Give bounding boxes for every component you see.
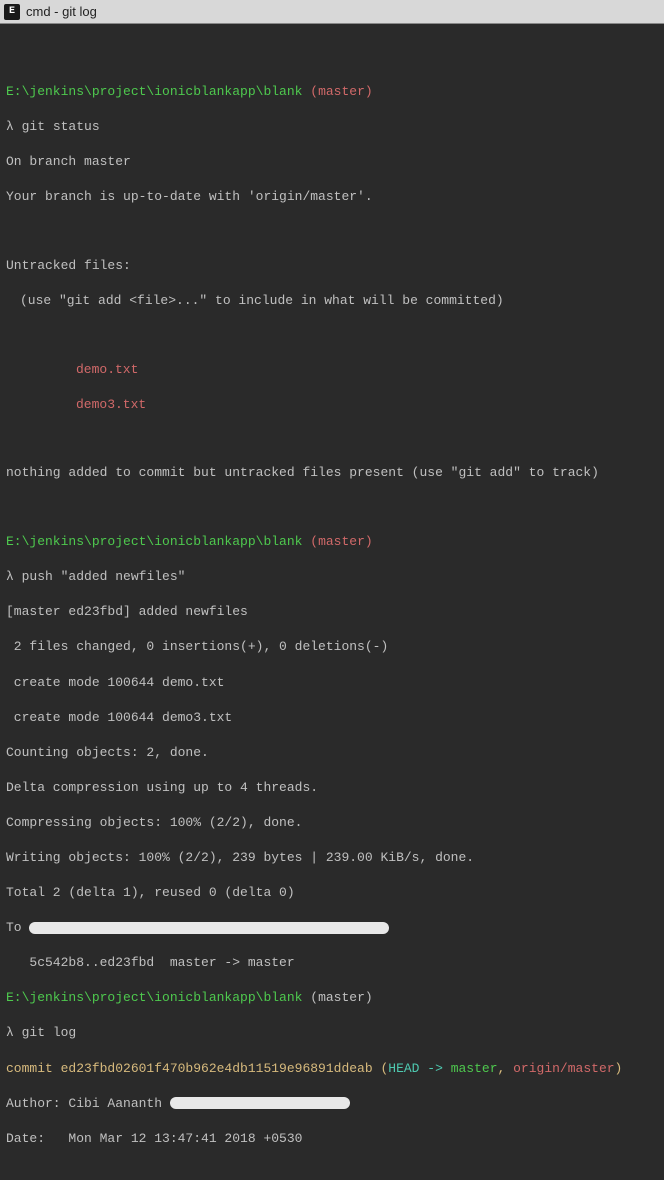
prompt-symbol: λ <box>6 119 14 134</box>
command-input: git status <box>22 119 100 134</box>
date-line: Date: Mon Mar 12 13:47:41 2018 +0530 <box>6 1130 658 1148</box>
output-line: (use "git add <file>..." to include in w… <box>6 292 658 310</box>
ref-head: HEAD -> <box>388 1061 450 1076</box>
redacted-remote-url <box>29 922 389 934</box>
terminal-output[interactable]: E:\jenkins\project\ionicblankapp\blank (… <box>0 24 664 1180</box>
prompt-symbol: λ <box>6 569 14 584</box>
prompt-branch: (master) <box>310 534 372 549</box>
app-icon: E <box>4 4 20 20</box>
command-input: push "added newfiles" <box>22 569 186 584</box>
untracked-file: demo.txt <box>6 361 658 379</box>
output-line: nothing added to commit but untracked fi… <box>6 464 658 482</box>
output-line: Writing objects: 100% (2/2), 239 bytes |… <box>6 849 658 867</box>
prompt-path: E:\jenkins\project\ionicblankapp\blank <box>6 84 302 99</box>
output-line: Compressing objects: 100% (2/2), done. <box>6 814 658 832</box>
redacted-email <box>170 1097 350 1109</box>
window-title: cmd - git log <box>26 4 97 19</box>
output-line: create mode 100644 demo.txt <box>6 674 658 692</box>
output-line: 2 files changed, 0 insertions(+), 0 dele… <box>6 638 658 656</box>
output-line: create mode 100644 demo3.txt <box>6 709 658 727</box>
output-line: Total 2 (delta 1), reused 0 (delta 0) <box>6 884 658 902</box>
prompt-path: E:\jenkins\project\ionicblankapp\blank <box>6 990 302 1005</box>
window-titlebar: E cmd - git log <box>0 0 664 24</box>
output-line: Counting objects: 2, done. <box>6 744 658 762</box>
output-line: To <box>6 920 22 935</box>
prompt-branch: (master) <box>310 84 372 99</box>
output-line: Untracked files: <box>6 257 658 275</box>
output-line: Delta compression using up to 4 threads. <box>6 779 658 797</box>
output-line: Your branch is up-to-date with 'origin/m… <box>6 188 658 206</box>
command-input: git log <box>22 1025 77 1040</box>
output-line: 5c542b8..ed23fbd master -> master <box>6 954 658 972</box>
prompt-path: E:\jenkins\project\ionicblankapp\blank <box>6 534 302 549</box>
prompt-symbol: λ <box>6 1025 14 1040</box>
output-line: [master ed23fbd] added newfiles <box>6 603 658 621</box>
untracked-file: demo3.txt <box>6 396 658 414</box>
commit-label: commit <box>6 1061 61 1076</box>
output-line: On branch master <box>6 153 658 171</box>
prompt-branch: (master) <box>310 990 372 1005</box>
commit-hash: ed23fbd02601f470b962e4db11519e96891ddeab <box>61 1061 373 1076</box>
ref-remote: origin/master <box>513 1061 614 1076</box>
ref-branch: master <box>451 1061 498 1076</box>
author-line: Author: Cibi Aananth <box>6 1096 170 1111</box>
